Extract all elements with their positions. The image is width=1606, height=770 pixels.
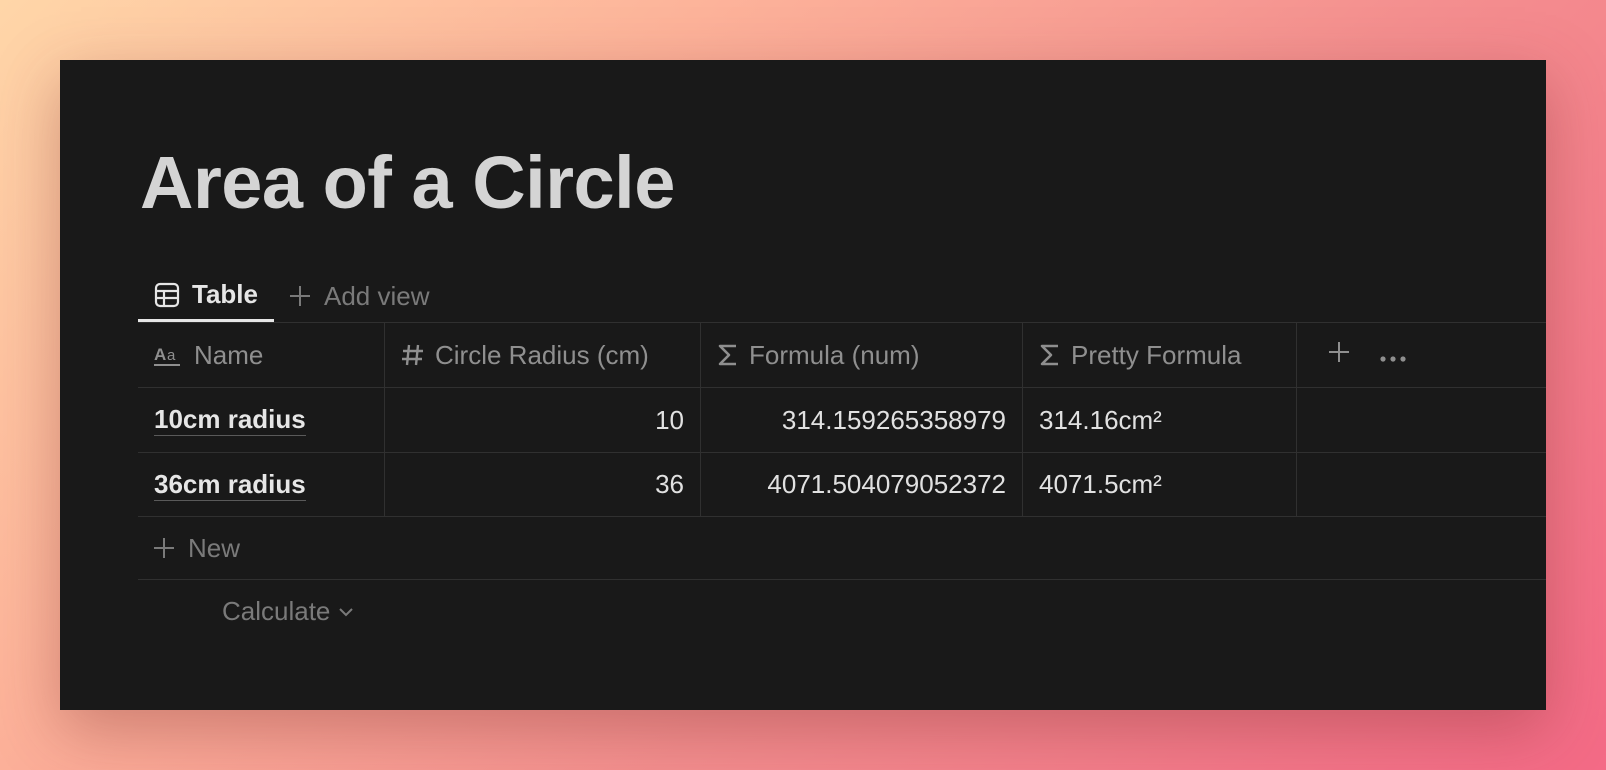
svg-text:a: a (167, 347, 176, 364)
view-tabs: Table Add view (138, 270, 445, 322)
plus-icon (152, 536, 176, 560)
calculate-label: Calculate (222, 596, 331, 626)
cell-pretty-formula[interactable]: 314.16cm² (1023, 388, 1297, 452)
cell-empty (1297, 388, 1546, 452)
column-header-radius-label: Circle Radius (cm) (435, 339, 649, 370)
new-row-label: New (188, 532, 241, 563)
text-aa-icon: A a (154, 343, 184, 367)
tab-table[interactable]: Table (138, 270, 274, 322)
row-name-link[interactable]: 36cm radius (154, 469, 306, 501)
cell-empty (1297, 453, 1546, 516)
cell-radius[interactable]: 10 (385, 388, 701, 452)
cell-name[interactable]: 10cm radius (138, 388, 385, 452)
cell-formula[interactable]: 314.159265358979 (701, 388, 1023, 452)
new-row-button[interactable]: New (138, 517, 1546, 580)
row-name-link[interactable]: 10cm radius (154, 404, 306, 436)
cell-formula[interactable]: 4071.504079052372 (701, 453, 1023, 516)
table-row[interactable]: 10cm radius 10 314.159265358979 314.16cm… (138, 387, 1546, 452)
sigma-icon (1039, 343, 1061, 367)
table-header-row: A a Name Circle Radius (cm) Formula (num… (138, 322, 1546, 387)
cell-radius[interactable]: 36 (385, 453, 701, 516)
more-options-icon[interactable] (1379, 340, 1407, 371)
column-header-pretty-label: Pretty Formula (1071, 339, 1242, 370)
column-header-name-label: Name (194, 339, 264, 370)
page-title[interactable]: Area of a Circle (140, 138, 675, 228)
column-header-formula[interactable]: Formula (num) (701, 323, 1023, 387)
add-property-plus-icon[interactable] (1327, 340, 1351, 371)
plus-icon (288, 284, 312, 308)
table-row[interactable]: 36cm radius 36 4071.504079052372 4071.5c… (138, 452, 1546, 517)
hash-icon (401, 343, 425, 367)
column-header-name[interactable]: A a Name (138, 323, 385, 387)
column-header-formula-label: Formula (num) (749, 339, 920, 370)
app-window: Area of a Circle Table Add view A a Name… (60, 60, 1546, 710)
sigma-icon (717, 343, 739, 367)
database-table: A a Name Circle Radius (cm) Formula (num… (138, 322, 1546, 580)
chevron-down-icon (338, 606, 354, 618)
calculate-dropdown[interactable]: Calculate (222, 596, 354, 627)
add-view-label: Add view (323, 280, 430, 311)
column-header-pretty-formula[interactable]: Pretty Formula (1023, 323, 1297, 387)
cell-name[interactable]: 36cm radius (138, 453, 385, 516)
add-view-button[interactable]: Add view (274, 270, 446, 322)
svg-text:A: A (154, 345, 166, 364)
column-actions (1297, 323, 1546, 387)
column-header-radius[interactable]: Circle Radius (cm) (385, 323, 701, 387)
table-icon (154, 282, 180, 308)
cell-pretty-formula[interactable]: 4071.5cm² (1023, 453, 1297, 516)
tab-table-label: Table (192, 279, 258, 309)
